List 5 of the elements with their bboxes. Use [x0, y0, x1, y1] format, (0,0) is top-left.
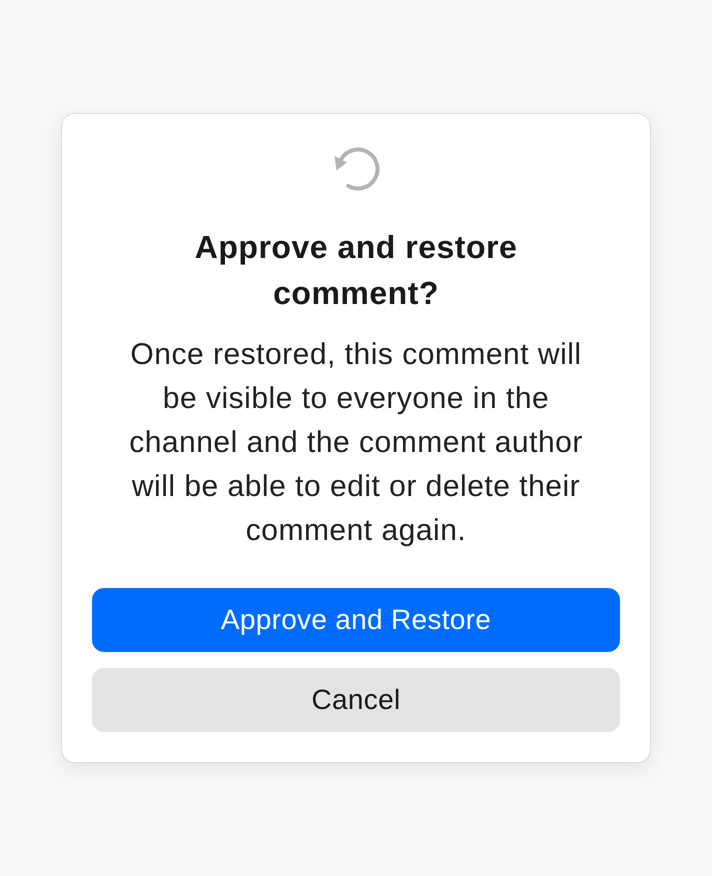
- dialog-message: Once restored, this comment will be visible to everyone in the channel and the comment author will be able to edit or delete their comment again.: [128, 337, 584, 549]
- cancel-button[interactable]: Cancel: [92, 668, 620, 732]
- dialog-title: Approve and restore comment?: [194, 228, 518, 313]
- approve-button[interactable]: Approve and Restore: [92, 588, 620, 652]
- restore-icon: [332, 145, 380, 193]
